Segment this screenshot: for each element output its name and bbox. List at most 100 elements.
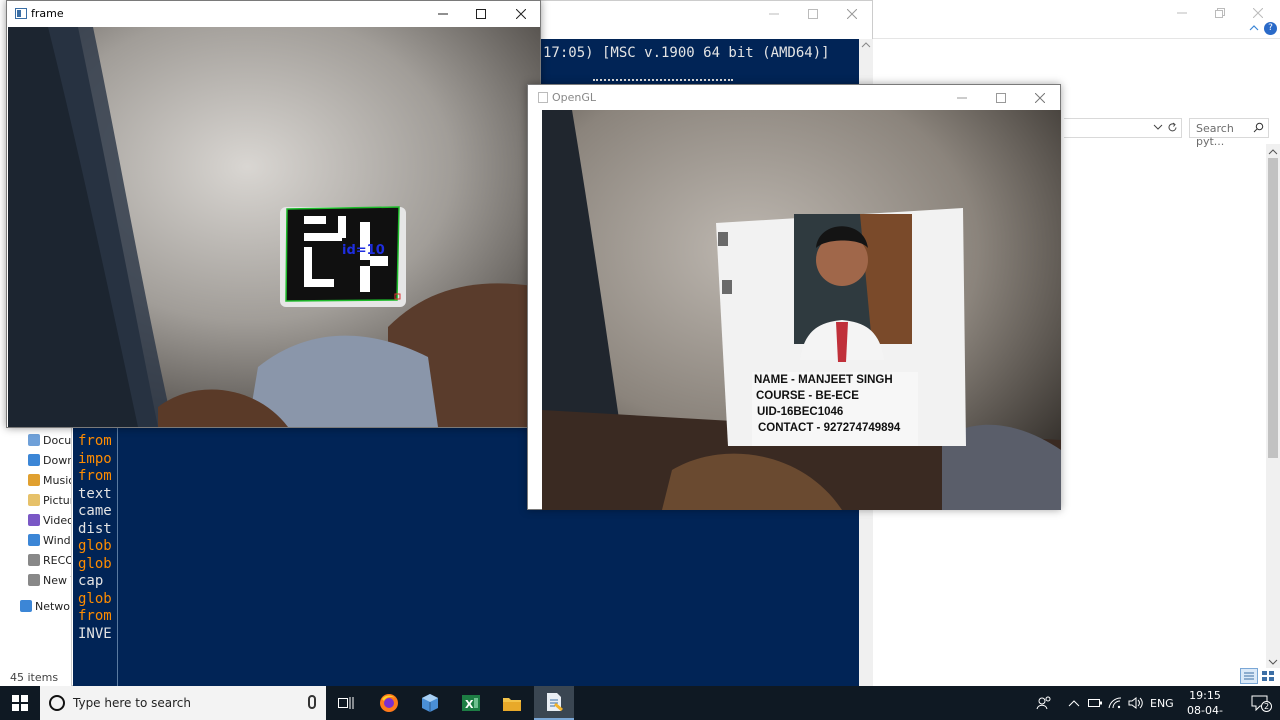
- nav-item-icon: [28, 574, 40, 586]
- ar-scene: NAME - MANJEET SINGH COURSE - BE-ECE UID…: [542, 110, 1061, 510]
- card-line-contact: CONTACT - 927274749894: [758, 422, 901, 434]
- explorer-minimize-button[interactable]: [1162, 0, 1202, 26]
- windows-logo-icon: [12, 695, 28, 711]
- python-scroll-up-icon[interactable]: [859, 39, 873, 51]
- nav-item-icon: [28, 494, 40, 506]
- card-line-name: NAME - MANJEET SINGH: [754, 374, 893, 386]
- firefox-icon: [380, 694, 398, 712]
- action-center-button[interactable]: 2: [1240, 686, 1280, 720]
- clock-date: 08-04-2019: [1187, 704, 1223, 720]
- python-maximize-button[interactable]: [793, 1, 833, 27]
- file-explorer-taskbar-button[interactable]: [492, 686, 532, 720]
- system-clock[interactable]: 19:15 08-04-2019: [1176, 688, 1234, 720]
- nav-item[interactable]: Windo: [28, 531, 77, 549]
- taskbar: Type here to search X ENG 19:15 08-04-20…: [0, 686, 1280, 720]
- svg-text:X: X: [465, 698, 474, 711]
- opengl-window-title: OpenGL: [552, 91, 597, 104]
- nav-item-icon: [28, 514, 40, 526]
- code-line: glob: [78, 590, 112, 607]
- nav-item[interactable]: Downl: [28, 451, 77, 469]
- details-view-icon[interactable]: [1240, 668, 1258, 684]
- nav-item-icon: [20, 600, 32, 612]
- explorer-scrollbar[interactable]: [1266, 144, 1280, 668]
- ribbon-divider: [872, 38, 1280, 39]
- firefox-taskbar-button[interactable]: [369, 686, 409, 720]
- help-icon[interactable]: ?: [1264, 22, 1277, 35]
- code-line: from: [78, 433, 112, 449]
- nav-item-label: Music: [43, 473, 75, 487]
- wifi-icon[interactable]: [1108, 686, 1122, 720]
- code-line: glob: [78, 555, 112, 572]
- nav-item-icon: [28, 474, 40, 486]
- card-line-uid: UID-16BEC1046: [757, 406, 843, 418]
- code-line: came: [78, 503, 112, 519]
- explorer-restore-button[interactable]: [1200, 0, 1240, 26]
- task-view-button[interactable]: [326, 686, 366, 720]
- item-count: 45 items: [10, 671, 59, 684]
- python-taskbar-button[interactable]: [534, 686, 574, 720]
- input-language[interactable]: ENG: [1150, 686, 1174, 720]
- opengl-close-button[interactable]: [1020, 85, 1060, 111]
- frame-maximize-button[interactable]: [461, 1, 501, 27]
- explorer-search-placeholder: Search pyt...: [1196, 122, 1234, 148]
- opengl-render-view: NAME - MANJEET SINGH COURSE - BE-ECE UID…: [542, 110, 1061, 510]
- python-close-button[interactable]: [832, 1, 872, 27]
- script-file-icon: [547, 693, 563, 712]
- taskbar-search-placeholder: Type here to search: [73, 696, 191, 710]
- opengl-minimize-button[interactable]: [942, 85, 982, 111]
- nav-item-icon: [28, 434, 40, 446]
- microphone-icon[interactable]: [308, 695, 316, 709]
- camera-scene: id=10: [8, 27, 540, 427]
- console-header-line: 17:05) [MSC v.1900 64 bit (AMD64)]: [543, 45, 830, 61]
- large-icons-view-icon[interactable]: [1261, 670, 1275, 682]
- code-line: cap: [78, 573, 104, 589]
- explorer-scroll-thumb[interactable]: [1268, 158, 1278, 458]
- ribbon-collapse-icon[interactable]: [1248, 22, 1260, 34]
- window-app-icon: [538, 92, 548, 103]
- code-line: from: [78, 608, 112, 624]
- excel-icon: X: [462, 695, 480, 711]
- frame-window[interactable]: frame id=10: [6, 0, 541, 428]
- nav-item-icon: [28, 534, 40, 546]
- 3d-box-icon: [422, 694, 438, 712]
- volume-icon[interactable]: [1128, 686, 1144, 720]
- excel-taskbar-button[interactable]: X: [451, 686, 491, 720]
- code-line: impo: [78, 450, 112, 467]
- frame-minimize-button[interactable]: [423, 1, 463, 27]
- code-line: text: [78, 485, 112, 502]
- window-app-icon: [15, 8, 27, 19]
- show-hidden-icons-icon[interactable]: [1068, 686, 1080, 720]
- card-line-course: COURSE - BE-ECE: [756, 390, 859, 402]
- opengl-window[interactable]: OpenGL NAME - MANJEET SINGH COURSE - BE-…: [527, 84, 1061, 510]
- frame-close-button[interactable]: [501, 1, 541, 27]
- code-line: dist: [78, 520, 112, 537]
- explorer-titlebar: [872, 0, 1280, 24]
- clock-time: 19:15: [1189, 689, 1221, 702]
- 3d-app-taskbar-button[interactable]: [410, 686, 450, 720]
- python-minimize-button[interactable]: [754, 1, 794, 27]
- code-line: from: [78, 468, 112, 484]
- battery-icon[interactable]: [1088, 686, 1102, 720]
- address-dropdown-icon[interactable]: [1153, 122, 1163, 135]
- marker-id-label: id=10: [342, 243, 385, 258]
- nav-item[interactable]: Music: [28, 471, 74, 489]
- nav-item-icon: [28, 454, 40, 466]
- scroll-up-icon[interactable]: [1268, 146, 1278, 159]
- taskbar-search-box[interactable]: Type here to search: [40, 686, 326, 720]
- explorer-search-input[interactable]: Search pyt...: [1189, 118, 1269, 148]
- search-icon: [1253, 122, 1264, 136]
- people-icon[interactable]: [1036, 686, 1052, 720]
- cortana-icon: [49, 695, 65, 711]
- camera-frame-view: id=10: [8, 27, 540, 427]
- start-button[interactable]: [0, 686, 40, 720]
- folder-icon: [503, 698, 521, 711]
- code-line: INVE: [78, 625, 112, 642]
- nav-item-icon: [28, 554, 40, 566]
- code-line: glob: [78, 538, 112, 554]
- notification-count-badge: 2: [1261, 701, 1272, 712]
- task-view-icon: [338, 697, 354, 709]
- address-bar[interactable]: [1064, 118, 1182, 138]
- scroll-down-icon[interactable]: [1268, 656, 1278, 669]
- refresh-icon[interactable]: [1167, 122, 1178, 136]
- opengl-maximize-button[interactable]: [981, 85, 1021, 111]
